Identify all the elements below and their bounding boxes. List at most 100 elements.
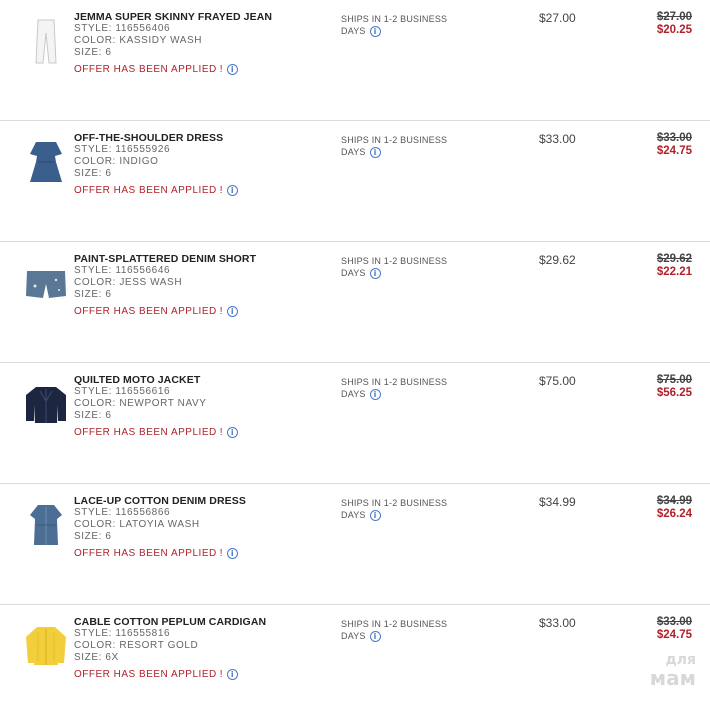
sale-price: $56.25 xyxy=(656,387,692,399)
product-size: SIZE: 6 xyxy=(74,531,112,542)
sale-price: $20.25 xyxy=(656,24,692,36)
shipping-line-1: SHIPS IN 1-2 BUSINESS xyxy=(341,377,448,387)
info-icon[interactable]: i xyxy=(369,26,381,38)
sale-price: $26.24 xyxy=(656,508,692,520)
offer-separator: ! xyxy=(219,427,223,438)
total-price: $33.00 $24.75 xyxy=(657,616,692,642)
shipping-info: SHIPS IN 1-2 BUSINESS DAYS i xyxy=(341,497,471,522)
offer-text: OFFER HAS BEEN APPLIED xyxy=(74,64,217,75)
info-icon[interactable]: i xyxy=(369,510,381,522)
shipping-line-2: DAYS i xyxy=(341,388,471,401)
product-thumbnail[interactable] xyxy=(18,256,74,312)
offer-applied: OFFER HAS BEEN APPLIED ! i xyxy=(74,306,324,317)
product-name[interactable]: PAINT-SPLATTERED DENIM SHORT xyxy=(74,253,324,265)
info-icon[interactable]: i xyxy=(227,185,238,196)
shipping-line-2: DAYS i xyxy=(341,509,471,522)
product-style: STYLE: 116556866 xyxy=(74,507,171,518)
offer-separator: ! xyxy=(219,306,223,317)
product-size: SIZE: 6 xyxy=(74,47,112,58)
shipping-line-2: DAYS i xyxy=(341,146,471,159)
product-name[interactable]: QUILTED MOTO JACKET xyxy=(74,374,324,386)
product-info: PAINT-SPLATTERED DENIM SHORT STYLE: 1165… xyxy=(74,253,324,317)
total-price: $75.00 $56.25 xyxy=(657,374,692,400)
product-color: COLOR: RESORT GOLD xyxy=(74,640,199,651)
product-color: COLOR: NEWPORT NAVY xyxy=(74,398,207,409)
info-icon[interactable]: i xyxy=(227,427,238,438)
shipping-line-1: SHIPS IN 1-2 BUSINESS xyxy=(341,619,448,629)
product-size: SIZE: 6 xyxy=(74,289,112,300)
shipping-info: SHIPS IN 1-2 BUSINESS DAYS i xyxy=(341,255,471,280)
offer-applied: OFFER HAS BEEN APPLIED ! i xyxy=(74,185,324,196)
total-price: $29.62 $22.21 xyxy=(657,253,692,279)
shipping-info: SHIPS IN 1-2 BUSINESS DAYS i xyxy=(341,134,471,159)
product-thumbnail[interactable] xyxy=(18,377,74,433)
product-name[interactable]: LACE-UP COTTON DENIM DRESS xyxy=(74,495,324,507)
cardigan-icon xyxy=(26,627,66,665)
product-color: COLOR: KASSIDY WASH xyxy=(74,35,203,46)
cart-item-row: OFF-THE-SHOULDER DRESS STYLE: 116555926 … xyxy=(0,121,710,242)
unit-price: $33.00 xyxy=(539,616,576,630)
watermark: для мам xyxy=(649,651,696,690)
total-price: $27.00 $20.25 xyxy=(657,11,692,37)
sale-price: $24.75 xyxy=(656,145,692,157)
cart-item-row: CABLE COTTON PEPLUM CARDIGAN STYLE: 1165… xyxy=(0,605,710,725)
product-name[interactable]: CABLE COTTON PEPLUM CARDIGAN xyxy=(74,616,324,628)
shipping-info: SHIPS IN 1-2 BUSINESS DAYS i xyxy=(341,13,471,38)
offer-separator: ! xyxy=(219,669,223,680)
product-size: SIZE: 6 xyxy=(74,168,112,179)
offer-separator: ! xyxy=(219,185,223,196)
offer-text: OFFER HAS BEEN APPLIED xyxy=(74,306,217,317)
product-style: STYLE: 116555926 xyxy=(74,144,171,155)
product-thumbnail[interactable] xyxy=(18,135,74,191)
info-icon[interactable]: i xyxy=(227,669,238,680)
info-icon[interactable]: i xyxy=(227,548,238,559)
product-thumbnail[interactable] xyxy=(18,498,74,554)
jacket-icon xyxy=(26,387,66,423)
denim-dress-icon xyxy=(30,505,62,545)
cart-item-row: QUILTED MOTO JACKET STYLE: 116556616 COL… xyxy=(0,363,710,484)
offer-applied: OFFER HAS BEEN APPLIED ! i xyxy=(74,548,324,559)
product-name[interactable]: OFF-THE-SHOULDER DRESS xyxy=(74,132,324,144)
info-icon[interactable]: i xyxy=(369,389,381,401)
product-style: STYLE: 116556406 xyxy=(74,23,171,34)
sale-price: $24.75 xyxy=(656,629,692,641)
shipping-line-2: DAYS i xyxy=(341,267,471,280)
info-icon[interactable]: i xyxy=(369,631,381,643)
product-info: JEMMA SUPER SKINNY FRAYED JEAN STYLE: 11… xyxy=(74,11,324,75)
product-color: COLOR: LATOYIA WASH xyxy=(74,519,200,530)
product-size: SIZE: 6 xyxy=(74,410,112,421)
product-info: OFF-THE-SHOULDER DRESS STYLE: 116555926 … xyxy=(74,132,324,196)
shipping-line-1: SHIPS IN 1-2 BUSINESS xyxy=(341,256,448,266)
original-price: $27.00 xyxy=(656,11,692,23)
original-price: $75.00 xyxy=(656,374,692,386)
offer-text: OFFER HAS BEEN APPLIED xyxy=(74,548,217,559)
unit-price: $33.00 xyxy=(539,132,576,146)
product-style: STYLE: 116556646 xyxy=(74,265,171,276)
sale-price: $22.21 xyxy=(656,266,692,278)
offer-text: OFFER HAS BEEN APPLIED xyxy=(74,185,217,196)
white-jeans-icon xyxy=(35,19,57,64)
info-icon[interactable]: i xyxy=(369,147,381,159)
product-style: STYLE: 116555816 xyxy=(74,628,171,639)
product-name[interactable]: JEMMA SUPER SKINNY FRAYED JEAN xyxy=(74,11,324,23)
watermark-line-2: мам xyxy=(649,666,696,690)
cart-item-row: PAINT-SPLATTERED DENIM SHORT STYLE: 1165… xyxy=(0,242,710,363)
product-thumbnail[interactable] xyxy=(18,619,74,675)
product-thumbnail[interactable] xyxy=(18,14,74,70)
unit-price: $27.00 xyxy=(539,11,576,25)
offer-text: OFFER HAS BEEN APPLIED xyxy=(74,669,217,680)
unit-price: $34.99 xyxy=(539,495,576,509)
product-style: STYLE: 116556616 xyxy=(74,386,171,397)
info-icon[interactable]: i xyxy=(227,64,238,75)
shipping-info: SHIPS IN 1-2 BUSINESS DAYS i xyxy=(341,376,471,401)
original-price: $33.00 xyxy=(656,132,692,144)
offer-separator: ! xyxy=(219,64,223,75)
offer-applied: OFFER HAS BEEN APPLIED ! i xyxy=(74,669,324,680)
shipping-line-1: SHIPS IN 1-2 BUSINESS xyxy=(341,135,448,145)
info-icon[interactable]: i xyxy=(227,306,238,317)
shipping-line-2: DAYS i xyxy=(341,25,471,38)
cart-item-list: JEMMA SUPER SKINNY FRAYED JEAN STYLE: 11… xyxy=(0,0,710,725)
total-price: $34.99 $26.24 xyxy=(657,495,692,521)
offer-applied: OFFER HAS BEEN APPLIED ! i xyxy=(74,427,324,438)
info-icon[interactable]: i xyxy=(369,268,381,280)
